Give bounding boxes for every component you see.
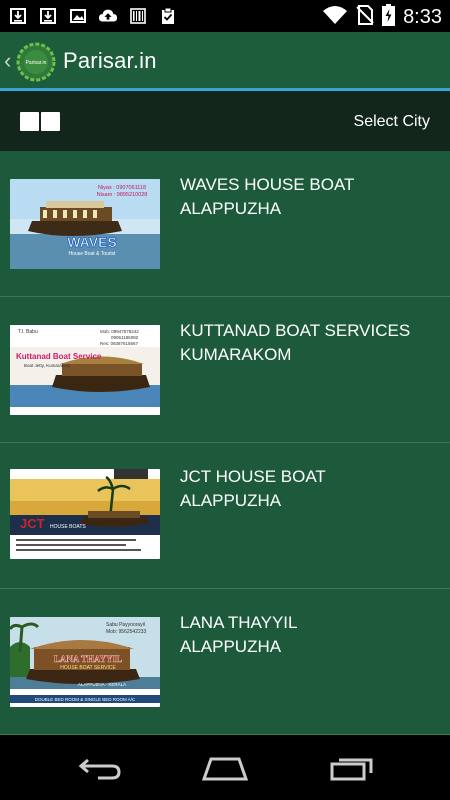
- listing-thumbnail: T.I. Babu Mob: 09947578242 09061186082 R…: [10, 325, 160, 415]
- wifi-icon: [322, 5, 348, 30]
- no-sim-icon: [356, 5, 374, 30]
- clock: 8:33: [403, 6, 442, 28]
- listing-thumbnail: Sabu Payyoorayil Mob: 9562542233 LANA TH…: [10, 617, 160, 707]
- card-address: Boat Jetty, Kumarakom: [24, 363, 71, 368]
- card-footer: DOUBLE BED ROOM & SINGLE BED ROOM A/C: [35, 697, 136, 702]
- card-subtitle: HOUSE BOAT SERVICE: [60, 665, 116, 671]
- image-icon: [68, 6, 88, 26]
- listing-name: JCT HOUSE BOAT: [180, 467, 326, 486]
- home-icon[interactable]: [200, 751, 250, 785]
- cloud-upload-icon: [98, 6, 118, 26]
- back-icon[interactable]: [75, 751, 125, 785]
- barcode-icon: [128, 6, 148, 26]
- card-brand: Kuttanad Boat Service: [16, 352, 102, 361]
- grid-view-icon[interactable]: [20, 112, 60, 131]
- app-title: Parisar.in: [63, 48, 157, 73]
- card-phone: Mob: 09947578242: [100, 329, 139, 334]
- list-item[interactable]: JCT HOUSE BOATS JCT HOUSE BOAT ALAPPUZHA: [0, 443, 450, 589]
- card-phone: Res: 09387615667: [100, 341, 139, 346]
- listing-thumbnail: JCT HOUSE BOATS: [10, 469, 160, 559]
- listing-text: KUTTANAD BOAT SERVICES KUMARAKOM: [180, 319, 410, 367]
- select-city-button[interactable]: Select City: [354, 113, 430, 131]
- app-logo-text: Parisar.in: [26, 60, 47, 66]
- download-icon: [8, 6, 28, 26]
- battery-charging-icon: [382, 4, 396, 31]
- list-item[interactable]: T.I. Babu Mob: 09947578242 09061186082 R…: [0, 297, 450, 443]
- card-contact: Nisam : 9895210028: [97, 192, 148, 198]
- toolbar: Select City: [0, 91, 450, 151]
- download-icon: [38, 6, 58, 26]
- system-nav-bar: [0, 735, 450, 800]
- status-bar: 8:33: [0, 0, 450, 32]
- card-brand: JCT: [20, 516, 45, 531]
- listing-city: ALAPPUZHA: [180, 637, 282, 656]
- up-navigation-chevron-icon[interactable]: ‹: [4, 48, 11, 74]
- action-bar: ‹ Parisar.in Parisar.in: [0, 32, 450, 90]
- card-brand: WAVES: [67, 234, 117, 250]
- listing-text: LANA THAYYIL ALAPPUZHA: [180, 611, 297, 659]
- card-brand: LANA THAYYIL: [54, 654, 122, 664]
- card-contact: Niyas : 0907061118: [98, 185, 146, 191]
- card-subtitle: HOUSE BOATS: [50, 524, 86, 530]
- recents-icon[interactable]: [327, 751, 377, 785]
- card-owner: T.I. Babu: [18, 329, 38, 335]
- list-item[interactable]: Niyas : 0907061118 Nisam : 9895210028 WA…: [0, 151, 450, 297]
- listing-name: WAVES HOUSE BOAT: [180, 175, 355, 194]
- listing-text: WAVES HOUSE BOAT ALAPPUZHA: [180, 173, 354, 221]
- listing-city: ALAPPUZHA: [180, 199, 282, 218]
- listing-city: ALAPPUZHA: [180, 491, 282, 510]
- listing-name: LANA THAYYIL: [180, 613, 298, 632]
- card-tagline: House Boat & Tourist: [69, 251, 116, 257]
- app-logo[interactable]: Parisar.in: [16, 42, 56, 82]
- list-item[interactable]: Sabu Payyoorayil Mob: 9562542233 LANA TH…: [0, 589, 450, 735]
- listing-list[interactable]: Niyas : 0907061118 Nisam : 9895210028 WA…: [0, 151, 450, 735]
- listing-name: KUTTANAD BOAT SERVICES: [180, 321, 411, 340]
- card-place: ALAPPUZHA - KERALA: [78, 682, 126, 687]
- clipboard-check-icon: [158, 6, 178, 26]
- listing-text: JCT HOUSE BOAT ALAPPUZHA: [180, 465, 326, 513]
- listing-thumbnail: Niyas : 0907061118 Nisam : 9895210028 WA…: [10, 179, 160, 269]
- card-owner: Sabu Payyoorayil: [106, 622, 145, 628]
- card-phone: 09061186082: [111, 335, 139, 340]
- listing-city: KUMARAKOM: [180, 345, 292, 364]
- card-mobile: Mob: 9562542233: [106, 629, 147, 635]
